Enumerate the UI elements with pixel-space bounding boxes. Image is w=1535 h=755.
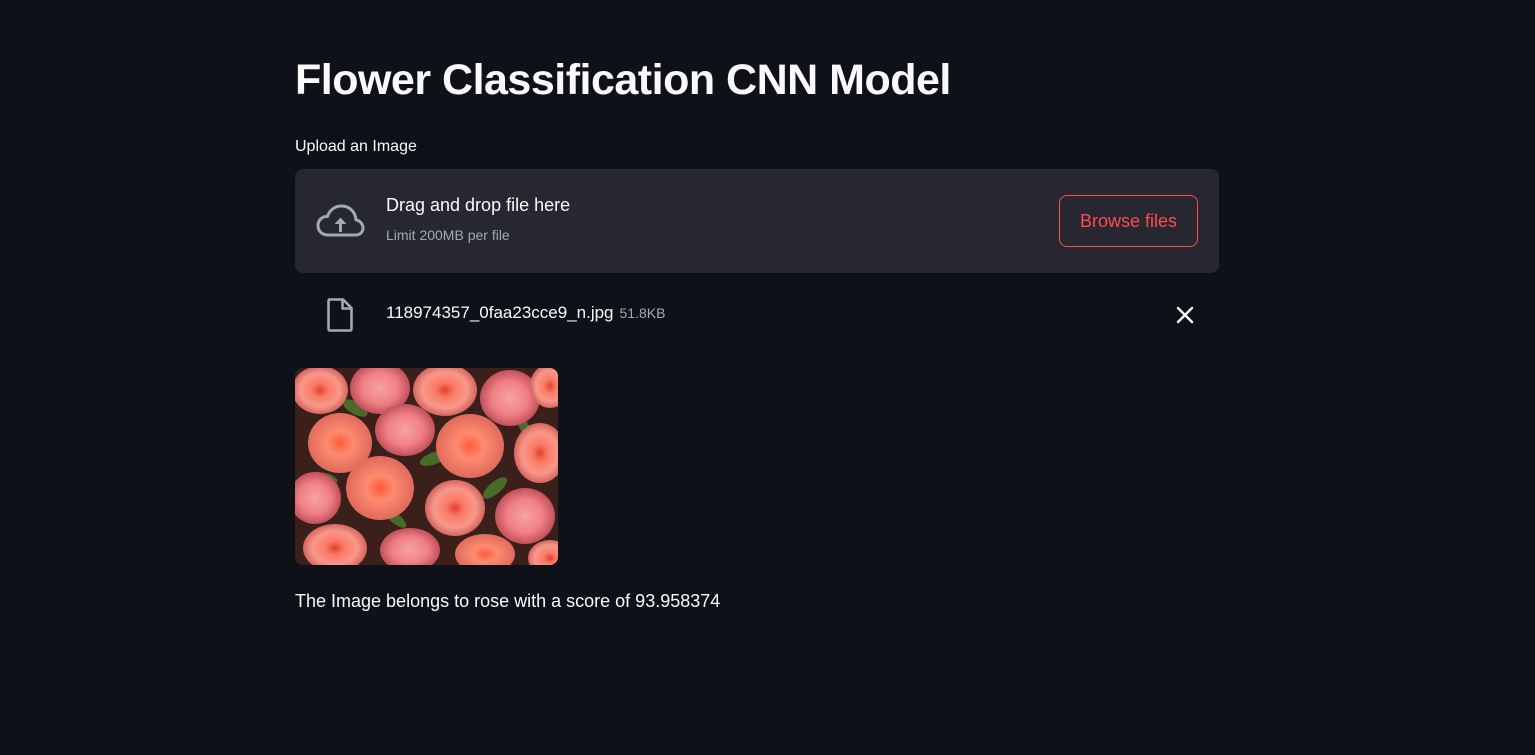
dropzone-text: Drag and drop file here Limit 200MB per …: [386, 195, 570, 243]
uploaded-file-row: 118974357_0faa23cce9_n.jpg 51.8KB: [295, 290, 1219, 340]
file-dropzone[interactable]: Drag and drop file here Limit 200MB per …: [295, 169, 1219, 273]
dropzone-instructions: Drag and drop file here: [386, 195, 571, 215]
prediction-result: The Image belongs to rose with a score o…: [295, 591, 721, 611]
browse-files-button[interactable]: Browse files: [1059, 195, 1198, 247]
file-size: 51.8KB: [619, 305, 666, 321]
page-title: Flower Classification CNN Model: [295, 56, 951, 104]
dropzone-limit: Limit 200MB per file: [386, 227, 510, 243]
uploaded-image-preview: [295, 368, 558, 565]
roses-image: [295, 368, 558, 565]
uploader-label: Upload an Image: [295, 138, 417, 155]
file-info: 118974357_0faa23cce9_n.jpg 51.8KB: [386, 303, 665, 323]
file-name: 118974357_0faa23cce9_n.jpg: [386, 303, 614, 322]
close-icon: [1176, 306, 1194, 324]
file-icon: [327, 298, 353, 332]
remove-file-button[interactable]: [1172, 302, 1198, 328]
cloud-upload-icon: [316, 204, 365, 237]
